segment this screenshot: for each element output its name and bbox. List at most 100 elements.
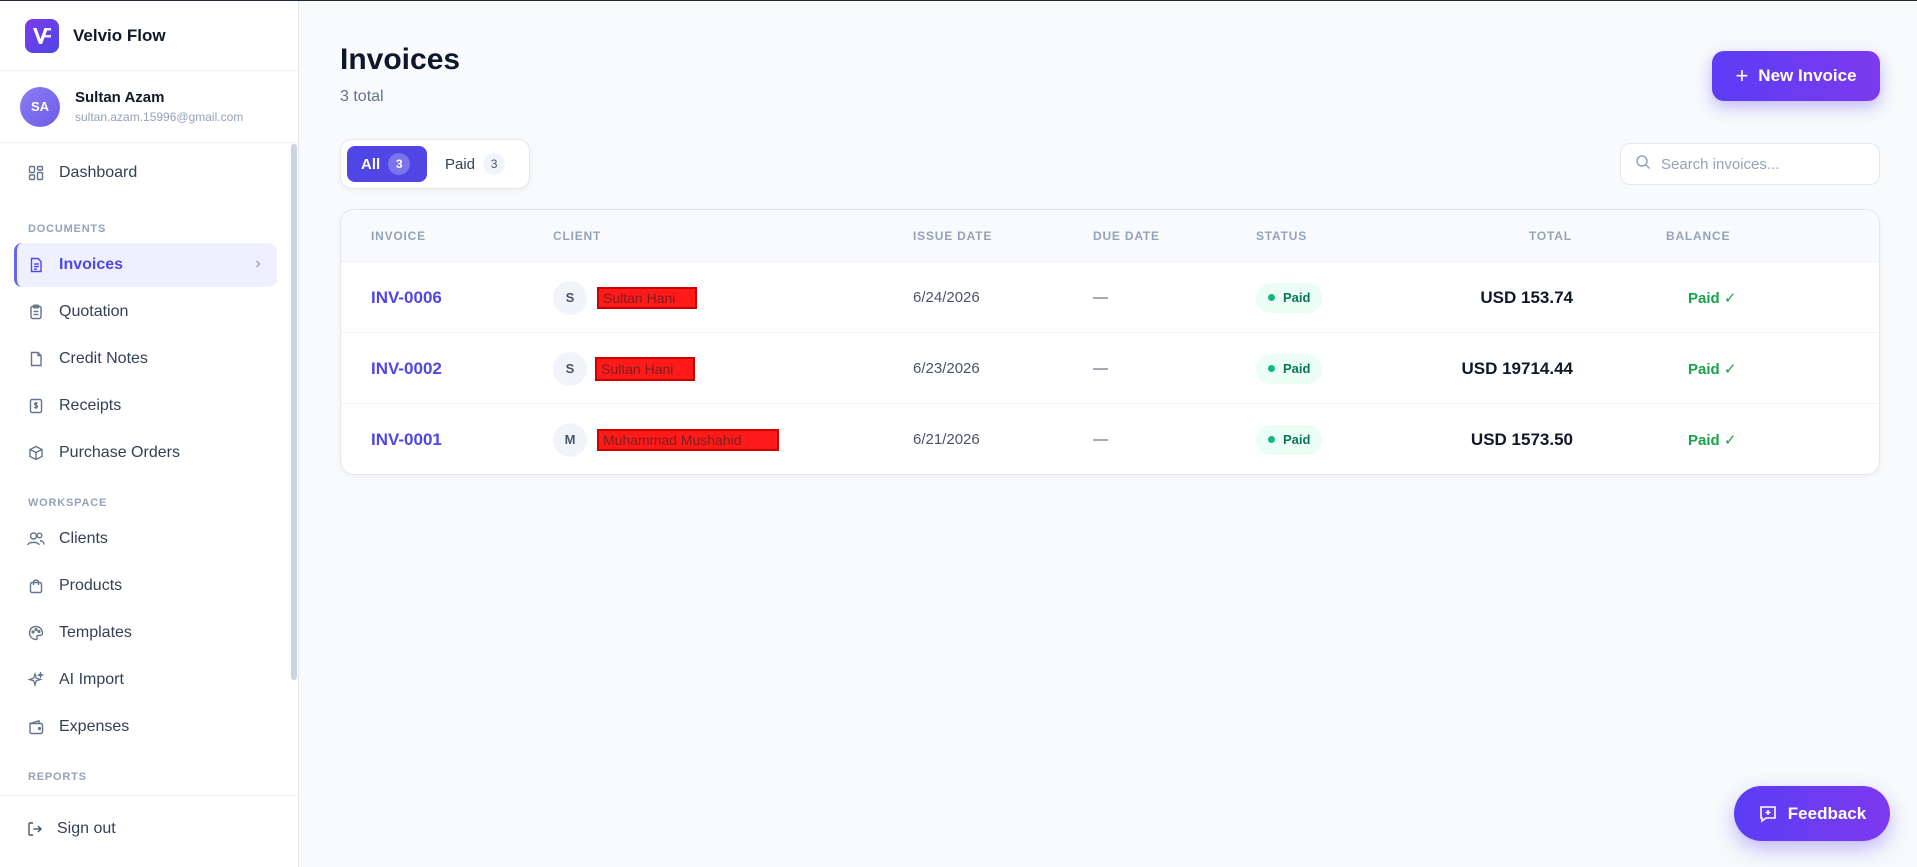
feedback-label: Feedback (1787, 803, 1867, 823)
feedback-button[interactable]: Feedback (1734, 786, 1890, 841)
sidebar-item-ai-import[interactable]: AI Import (14, 658, 277, 702)
velvio-logo-icon (25, 18, 59, 53)
invoice-count: 3 total (340, 88, 384, 105)
sidebar-item-label: Products (59, 577, 123, 594)
invoices-table: INVOICE CLIENT ISSUE DATE DUE DATE STATU… (340, 209, 1880, 475)
wallet-icon (27, 718, 45, 736)
balance-status: Paid ✓ (1688, 360, 1737, 378)
invoice-number-link[interactable]: INV-0006 (371, 288, 442, 308)
client-name-redacted: Muhammad Mushahid (597, 428, 779, 451)
sidebar-item-credit-notes[interactable]: Credit Notes (14, 337, 277, 381)
client-avatar: S (553, 351, 587, 386)
invoice-number-link[interactable]: INV-0001 (371, 430, 442, 450)
document-icon (27, 256, 45, 274)
sidebar-scrollbar[interactable] (291, 144, 297, 680)
status-filter-tabs: All 3 Paid 3 (340, 139, 530, 189)
sidebar-item-label: Clients (59, 530, 108, 547)
sidebar-item-invoices[interactable]: Invoices (14, 243, 277, 287)
sidebar-footer: Sign out (0, 795, 299, 867)
due-date: — (1093, 431, 1108, 448)
section-reports: REPORTS (28, 771, 87, 783)
status-label: Paid (1283, 290, 1311, 305)
column-header-total[interactable]: TOTAL (1529, 229, 1572, 243)
due-date: — (1093, 360, 1108, 377)
status-label: Paid (1283, 361, 1311, 376)
sidebar-item-label: Expenses (59, 718, 130, 735)
sidebar-item-label: Purchase Orders (59, 444, 180, 461)
client-name-redacted: Sultan Hani (597, 286, 697, 309)
column-header-balance[interactable]: BALANCE (1666, 229, 1730, 243)
sidebar-item-products[interactable]: Products (14, 564, 277, 608)
sidebar-item-label: Dashboard (59, 164, 138, 181)
status-badge: Paid (1256, 424, 1323, 455)
sidebar-item-label: Templates (59, 624, 132, 641)
sidebar-item-dashboard[interactable]: Dashboard (14, 151, 277, 195)
clipboard-icon (27, 303, 45, 321)
dashboard-grid-icon (27, 164, 45, 182)
invoice-total: USD 19714.44 (1461, 358, 1573, 378)
filter-tab-paid[interactable]: Paid 3 (445, 146, 506, 182)
users-icon (27, 530, 45, 548)
brand[interactable]: Velvio Flow (0, 1, 298, 71)
sidebar-item-label: AI Import (59, 671, 124, 688)
new-invoice-label: New Invoice (1758, 66, 1857, 85)
file-icon (27, 350, 45, 368)
search-box (1620, 143, 1880, 185)
due-date: — (1093, 289, 1108, 306)
user-name: Sultan Azam (75, 89, 165, 106)
chevron-right-icon (253, 256, 263, 274)
package-icon (27, 444, 45, 462)
status-dot-icon (1268, 294, 1275, 301)
sidebar-item-clients[interactable]: Clients (14, 517, 277, 561)
column-header-invoice[interactable]: INVOICE (371, 229, 426, 243)
table-row[interactable]: INV-0002 S Sultan Hani 6/23/2026 — Paid … (341, 333, 1879, 404)
balance-status: Paid ✓ (1688, 431, 1737, 449)
status-label: Paid (1283, 432, 1311, 447)
issue-date: 6/21/2026 (913, 431, 980, 448)
sidebar-item-label: Credit Notes (59, 350, 148, 367)
status-dot-icon (1268, 365, 1275, 372)
column-header-client[interactable]: CLIENT (553, 229, 601, 243)
sidebar-item-label: Quotation (59, 303, 129, 320)
sidebar-item-quotation[interactable]: Quotation (14, 290, 277, 334)
sidebar: Velvio Flow SA Sultan Azam sultan.azam.1… (0, 1, 299, 867)
filter-count: 3 (483, 153, 506, 175)
new-invoice-button[interactable]: + New Invoice (1712, 51, 1880, 101)
logout-icon (27, 821, 43, 837)
sidebar-item-expenses[interactable]: Expenses (14, 705, 277, 749)
column-header-status[interactable]: STATUS (1256, 229, 1307, 243)
user-email: sultan.azam.15996@gmail.com (75, 110, 244, 124)
plus-icon: + (1735, 63, 1749, 88)
shopping-bag-icon (27, 577, 45, 595)
receipt-icon (27, 397, 45, 415)
invoice-number-link[interactable]: INV-0002 (371, 359, 442, 379)
filter-label: Paid (445, 155, 476, 173)
app-name: Velvio Flow (73, 25, 166, 45)
sidebar-item-receipts[interactable]: Receipts (14, 384, 277, 428)
user-profile[interactable]: SA Sultan Azam sultan.azam.15996@gmail.c… (0, 71, 298, 143)
issue-date: 6/24/2026 (913, 289, 980, 306)
palette-icon (27, 624, 45, 642)
client-avatar: S (553, 280, 587, 315)
filter-label: All (361, 155, 381, 173)
search-input[interactable] (1661, 155, 1861, 173)
status-dot-icon (1268, 436, 1275, 443)
filter-tab-all[interactable]: All 3 (347, 146, 427, 182)
sidebar-item-purchase-orders[interactable]: Purchase Orders (14, 431, 277, 475)
search-icon (1635, 154, 1651, 175)
column-header-issue-date[interactable]: ISSUE DATE (913, 229, 992, 243)
page-title: Invoices (340, 43, 461, 76)
invoice-total: USD 153.74 (1480, 287, 1573, 307)
status-badge: Paid (1256, 282, 1323, 313)
sidebar-item-templates[interactable]: Templates (14, 611, 277, 655)
sparkles-icon (27, 671, 45, 689)
sign-out-label: Sign out (57, 820, 116, 837)
table-row[interactable]: INV-0006 S Sultan Hani 6/24/2026 — Paid … (341, 262, 1879, 333)
invoice-total: USD 1573.50 (1470, 429, 1573, 449)
client-name-redacted: Sultan Hani (595, 356, 695, 381)
sidebar-item-label: Invoices (59, 256, 124, 273)
column-header-due-date[interactable]: DUE DATE (1093, 229, 1160, 243)
table-row[interactable]: INV-0001 M Muhammad Mushahid 6/21/2026 —… (341, 404, 1879, 474)
sign-out-button[interactable]: Sign out (27, 820, 116, 838)
message-plus-icon (1758, 804, 1778, 824)
